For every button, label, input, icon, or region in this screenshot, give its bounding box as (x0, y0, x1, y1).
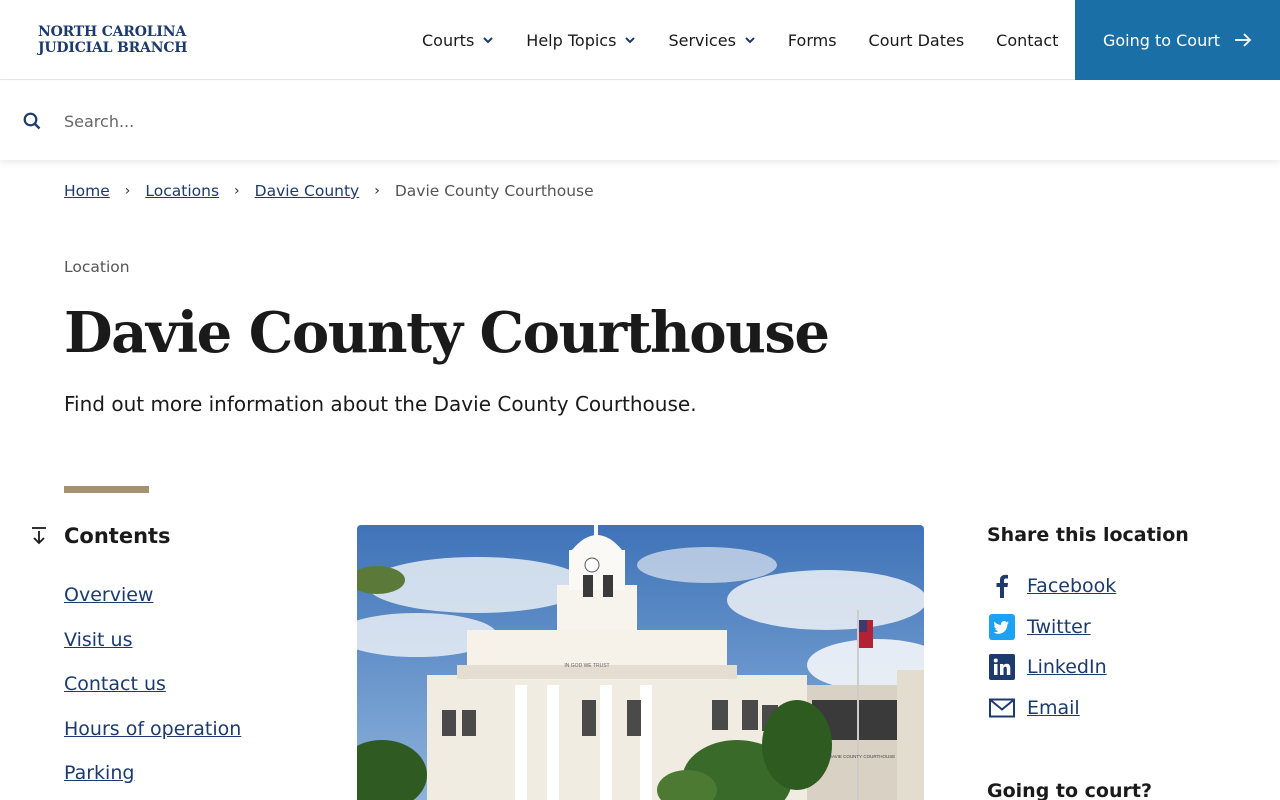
share-item-email: Email (987, 688, 1116, 729)
contents-list: Overview Visit us Contact us Hours of op… (64, 584, 241, 800)
search-bar (0, 81, 1280, 160)
nav-label: Forms (787, 30, 837, 50)
facebook-icon (987, 571, 1017, 601)
nav-label: Services (668, 30, 736, 50)
main-nav: Courts Help Topics Services Forms Court … (406, 0, 1074, 80)
share-heading: Share this location (987, 524, 1189, 546)
contents-link-hours[interactable]: Hours of operation (64, 718, 241, 740)
photo-inscription: IN GOD WE TRUST (564, 663, 609, 669)
linkedin-icon (987, 652, 1017, 682)
chevron-down-icon (483, 37, 494, 44)
arrow-down-icon (32, 527, 46, 545)
nav-label: Help Topics (526, 30, 617, 50)
contents-link-contact-us[interactable]: Contact us (64, 673, 166, 695)
nav-label: Contact (996, 30, 1059, 50)
list-item: Parking (64, 762, 241, 800)
cta-label: Going to Court (1102, 30, 1221, 50)
list-item: Contact us (64, 673, 241, 718)
contents-link-overview[interactable]: Overview (64, 584, 153, 606)
search-input[interactable] (64, 105, 1244, 137)
site-logo[interactable]: NORTH CAROLINA JUDICIAL BRANCH (38, 24, 188, 56)
chevron-right-icon: › (374, 183, 380, 199)
contents-link-visit-us[interactable]: Visit us (64, 629, 132, 651)
page-eyebrow: Location (64, 258, 130, 276)
share-twitter-link[interactable]: Twitter (1027, 616, 1091, 638)
accent-divider (64, 486, 149, 493)
photo-building-sign: DAVIE COUNTY COURTHOUSE (829, 754, 896, 759)
list-item: Visit us (64, 629, 241, 674)
nav-contact[interactable]: Contact (980, 0, 1074, 80)
going-to-court-heading: Going to court? (987, 780, 1152, 800)
list-item: Overview (64, 584, 241, 629)
arrow-right-icon (1235, 33, 1252, 47)
share-item-twitter: Twitter (987, 607, 1116, 648)
share-list: Facebook Twitter LinkedIn Email (987, 566, 1116, 728)
breadcrumb-home[interactable]: Home (64, 182, 110, 200)
share-linkedin-link[interactable]: LinkedIn (1027, 656, 1107, 678)
page-subtitle: Find out more information about the Davi… (64, 392, 697, 416)
share-item-facebook: Facebook (987, 566, 1116, 607)
going-to-court-button[interactable]: Going to Court (1075, 0, 1280, 80)
logo-line-2: JUDICIAL BRANCH (38, 40, 188, 56)
breadcrumb-current: Davie County Courthouse (394, 182, 594, 200)
nav-courts[interactable]: Courts (406, 0, 510, 80)
breadcrumb: Home › Locations › Davie County › Davie … (64, 182, 594, 200)
twitter-icon (987, 612, 1017, 642)
contents-heading: Contents (64, 524, 171, 548)
nav-help-topics[interactable]: Help Topics (510, 0, 652, 80)
search-icon[interactable] (23, 112, 41, 130)
site-header: NORTH CAROLINA JUDICIAL BRANCH Courts He… (0, 0, 1280, 80)
courthouse-photo: IN GOD WE TRUST DAVIE COUNTY COURTHOUSE (357, 525, 924, 800)
contents-toggle[interactable]: Contents (30, 524, 171, 548)
nav-forms[interactable]: Forms (772, 0, 853, 80)
share-item-linkedin: LinkedIn (987, 647, 1116, 688)
nav-label: Courts (422, 30, 475, 50)
breadcrumb-davie-county[interactable]: Davie County (255, 182, 360, 200)
email-icon (987, 693, 1017, 723)
nav-services[interactable]: Services (652, 0, 771, 80)
nav-court-dates[interactable]: Court Dates (853, 0, 981, 80)
nav-label: Court Dates (868, 30, 965, 50)
breadcrumb-locations[interactable]: Locations (145, 182, 219, 200)
chevron-down-icon (745, 37, 755, 44)
list-item: Hours of operation (64, 718, 241, 763)
share-facebook-link[interactable]: Facebook (1027, 575, 1116, 597)
courthouse-illustration: IN GOD WE TRUST DAVIE COUNTY COURTHOUSE (357, 525, 924, 800)
page-title: Davie County Courthouse (64, 300, 830, 366)
chevron-right-icon: › (234, 183, 240, 199)
chevron-right-icon: › (124, 183, 131, 199)
share-email-link[interactable]: Email (1027, 697, 1080, 719)
contents-link-parking[interactable]: Parking (64, 762, 134, 784)
logo-line-1: NORTH CAROLINA (38, 24, 186, 40)
chevron-down-icon (625, 37, 636, 44)
